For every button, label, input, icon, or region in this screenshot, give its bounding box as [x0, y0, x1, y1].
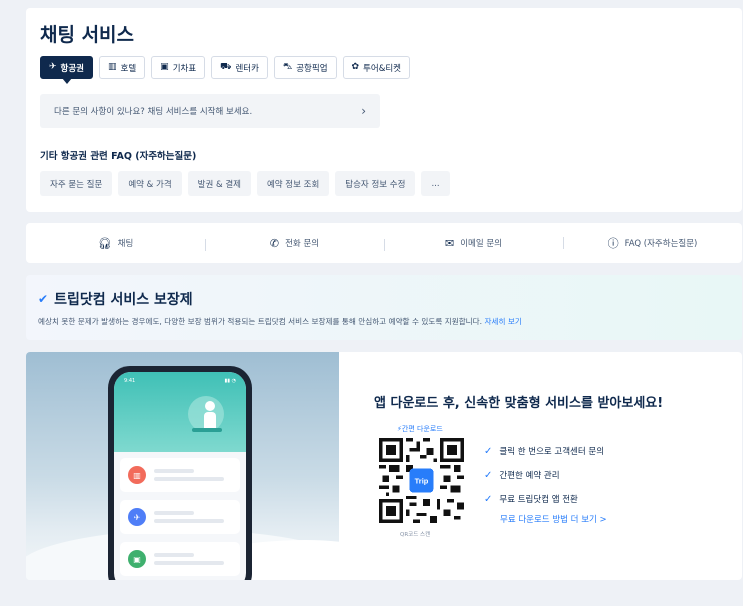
start-chat-text: 다른 문의 사항이 있나요? 채팅 서비스를 시작해 보세요.: [54, 107, 253, 117]
tab-car-rental[interactable]: ⛟ 렌터카: [211, 56, 268, 79]
phone-icon: ✆: [269, 236, 280, 250]
hotel-icon: ▥: [128, 466, 146, 484]
app-feature-list: ✓ 클릭 한 번으로 고객센터 문의 ✓ 간편한 예약 관리 ✓ 무료 트립닷컴…: [484, 439, 604, 511]
hotel-icon: ▥: [108, 62, 117, 72]
pickup-icon: ⛍: [282, 62, 293, 72]
service-guarantee-banner: ✔ 트립닷컴 서비스 보장제 예상치 못한 문제가 발생하는 경우에도, 다양한…: [26, 275, 742, 340]
qr-code[interactable]: Trip: [379, 438, 464, 523]
phone-list-item: ▥: [120, 458, 240, 492]
info-icon: ⓘ: [607, 237, 619, 250]
plane-icon: ✈: [49, 62, 57, 72]
guarantee-title: ✔ 트립닷컴 서비스 보장제: [38, 289, 193, 309]
start-chat-prompt[interactable]: 다른 문의 사항이 있나요? 채팅 서비스를 시작해 보세요. ›: [40, 94, 380, 128]
check-icon: ✓: [484, 445, 493, 457]
faq-chip-booking-price[interactable]: 예약 & 가격: [118, 171, 182, 196]
check-icon: ✓: [484, 493, 493, 505]
phone-screen-header: 9:41 ▮▮ ◔: [114, 372, 246, 452]
contact-label: 채팅: [117, 239, 134, 249]
train-icon: ▣: [128, 550, 146, 568]
guarantee-desc-text: 예상치 못한 문제가 발생하는 경우에도, 다양한 보장 범위가 적용되는 트립…: [38, 317, 483, 326]
car-icon: ⛟: [220, 62, 232, 72]
guarantee-title-text: 트립닷컴 서비스 보장제: [54, 292, 193, 308]
contact-email[interactable]: ✉ 이메일 문의: [384, 236, 563, 251]
headset-icon: 🎧︎: [97, 236, 112, 250]
mail-icon: ✉: [444, 236, 455, 250]
contact-bar: 🎧︎ 채팅 ✆ 전화 문의 ✉ 이메일 문의 ⓘ FAQ (자주하는질문): [26, 223, 742, 263]
tab-hotels[interactable]: ▥ 호텔: [99, 56, 146, 79]
ticket-icon: ✿: [351, 62, 360, 72]
tab-flights[interactable]: ✈ 항공권: [40, 56, 94, 84]
phone-list-item: ✈: [120, 500, 240, 534]
faq-chip-more[interactable]: ...: [421, 171, 450, 196]
phone-screen: 9:41 ▮▮ ◔ ▥ ✈ ▣: [114, 372, 246, 580]
tab-label: 투어&티켓: [363, 63, 401, 74]
phone-mockup: 9:41 ▮▮ ◔ ▥ ✈ ▣: [108, 366, 252, 580]
tab-tours-tickets[interactable]: ✿ 투어&티켓: [342, 56, 410, 79]
faq-chip-common[interactable]: 자주 묻는 질문: [40, 171, 113, 196]
tab-trains[interactable]: ▣ 기차표: [151, 56, 206, 79]
tab-label: 기차표: [172, 63, 197, 74]
app-download-card: 9:41 ▮▮ ◔ ▥ ✈ ▣ 앱 다운로드 후, 신속한 맞춤형 서비스를 받…: [26, 352, 742, 580]
app-promo-image: 9:41 ▮▮ ◔ ▥ ✈ ▣: [26, 352, 339, 580]
faq-chips: 자주 묻는 질문 예약 & 가격 발권 & 결제 예약 정보 조회 탑승자 정보…: [40, 171, 450, 196]
chevron-right-icon: ›: [361, 104, 366, 118]
contact-label: 전화 문의: [285, 239, 320, 249]
app-download-title: 앱 다운로드 후, 신속한 맞춤형 서비스를 받아보세요!: [374, 396, 664, 411]
tab-label: 호텔: [120, 63, 137, 74]
faq-chip-ticketing-payment[interactable]: 발권 & 결제: [187, 171, 251, 196]
faq-title: 기타 항공권 관련 FAQ (자주하는질문): [40, 151, 197, 162]
quick-download-label: ⚡간편 다운로드: [397, 425, 443, 433]
tab-label: 항공권: [60, 63, 85, 74]
chat-service-card: 채팅 서비스 ✈ 항공권 ▥ 호텔 ▣ 기차표 ⛟ 렌터카 ⛍ 공항픽업 ✿ 투…: [26, 8, 742, 212]
train-icon: ▣: [160, 62, 169, 72]
contact-chat[interactable]: 🎧︎ 채팅: [26, 237, 205, 250]
phone-list-item: ▣: [120, 542, 240, 576]
feature-item: ✓ 간편한 예약 관리: [484, 469, 560, 482]
tab-airport-pickup[interactable]: ⛍ 공항픽업: [273, 56, 337, 79]
feature-item: ✓ 무료 트립닷컴 앱 전환: [484, 493, 578, 506]
plane-icon: ✈: [128, 508, 146, 526]
chat-title: 채팅 서비스: [40, 24, 135, 46]
contact-phone[interactable]: ✆ 전화 문의: [205, 236, 384, 251]
guarantee-more-link[interactable]: 자세히 보기: [485, 317, 522, 326]
faq-chip-passenger-edit[interactable]: 탑승자 정보 수정: [335, 171, 416, 196]
contact-label: FAQ (자주하는질문): [624, 239, 698, 249]
contact-faq[interactable]: ⓘ FAQ (자주하는질문): [563, 235, 742, 251]
check-badge-icon: ✔: [38, 292, 49, 306]
contact-label: 이메일 문의: [460, 239, 503, 249]
tab-label: 렌터카: [235, 63, 259, 74]
traveler-illustration: [188, 396, 224, 432]
download-guide-link[interactable]: 무료 다운로드 방법 더 보기 >: [500, 513, 607, 525]
check-icon: ✓: [484, 469, 493, 481]
product-tabs: ✈ 항공권 ▥ 호텔 ▣ 기차표 ⛟ 렌터카 ⛍ 공항픽업 ✿ 투어&티켓: [40, 56, 410, 84]
qr-badge: Trip: [415, 477, 429, 486]
faq-chip-booking-lookup[interactable]: 예약 정보 조회: [256, 171, 330, 196]
qr-caption: QR코드 스캔: [400, 532, 431, 538]
tab-label: 공항픽업: [296, 63, 328, 74]
feature-item: ✓ 클릭 한 번으로 고객센터 문의: [484, 445, 605, 458]
guarantee-description: 예상치 못한 문제가 발생하는 경우에도, 다양한 보장 범위가 적용되는 트립…: [38, 316, 522, 327]
